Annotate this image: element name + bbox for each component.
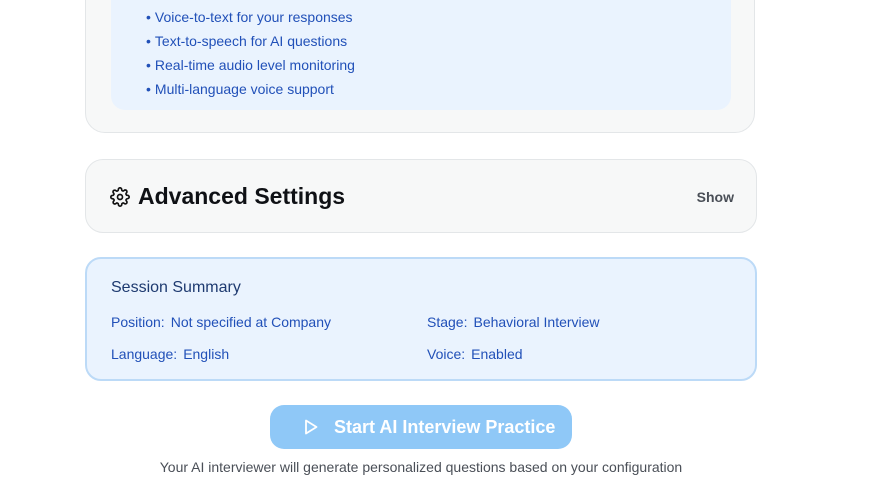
feature-text: Voice-to-text for your responses bbox=[154, 9, 353, 25]
play-icon bbox=[304, 419, 318, 435]
feature-text: Real-time audio level monitoring bbox=[154, 57, 355, 73]
voice-features-card: • Voice-to-text for your responses • Text-… bbox=[85, 0, 755, 133]
advanced-settings-title: Advanced Settings bbox=[138, 183, 346, 209]
list-item: • Text-to-speech for AI questions bbox=[146, 29, 355, 53]
stage-value: Behavioral Interview bbox=[473, 314, 600, 330]
list-item: • Multi-language voice support bbox=[146, 77, 355, 101]
bullet: • bbox=[146, 33, 151, 49]
language-label: Language: bbox=[111, 346, 178, 362]
interview-setup-page: • Voice-to-text for your responses • Text-… bbox=[0, 0, 877, 485]
gear-icon bbox=[110, 187, 130, 207]
voice-value: Enabled bbox=[471, 346, 523, 362]
bullet: • bbox=[146, 57, 151, 73]
summary-language: Language: English bbox=[111, 344, 229, 364]
advanced-settings-card[interactable]: Advanced Settings Show bbox=[85, 159, 757, 233]
feature-text: Text-to-speech for AI questions bbox=[154, 33, 348, 49]
stage-label: Stage: bbox=[427, 314, 468, 330]
session-summary-title: Session Summary bbox=[111, 279, 241, 296]
show-advanced-toggle[interactable]: Show bbox=[697, 187, 734, 207]
voice-label: Voice: bbox=[427, 346, 466, 362]
session-summary-card: Session Summary Position: Not specified a… bbox=[85, 257, 757, 381]
position-label: Position: bbox=[111, 314, 165, 330]
summary-position: Position: Not specified at Company bbox=[111, 312, 331, 332]
feature-text: Multi-language voice support bbox=[154, 81, 334, 97]
bullet: • bbox=[146, 81, 151, 97]
footnote-text: Your AI interviewer will generate person… bbox=[159, 459, 683, 475]
voice-feature-list: • Voice-to-text for your responses • Text-… bbox=[146, 5, 355, 101]
language-value: English bbox=[183, 346, 230, 362]
summary-stage: Stage: Behavioral Interview bbox=[427, 312, 600, 332]
list-item: • Real-time audio level monitoring bbox=[146, 53, 355, 77]
list-item: • Voice-to-text for your responses bbox=[146, 5, 355, 29]
bullet: • bbox=[146, 9, 151, 25]
summary-voice: Voice: Enabled bbox=[427, 344, 523, 364]
start-interview-label: Start AI Interview Practice bbox=[334, 417, 556, 437]
start-interview-button[interactable]: Start AI Interview Practice bbox=[270, 405, 572, 449]
voice-features-panel: • Voice-to-text for your responses • Text-… bbox=[111, 0, 731, 110]
position-value: Not specified at Company bbox=[170, 314, 332, 330]
